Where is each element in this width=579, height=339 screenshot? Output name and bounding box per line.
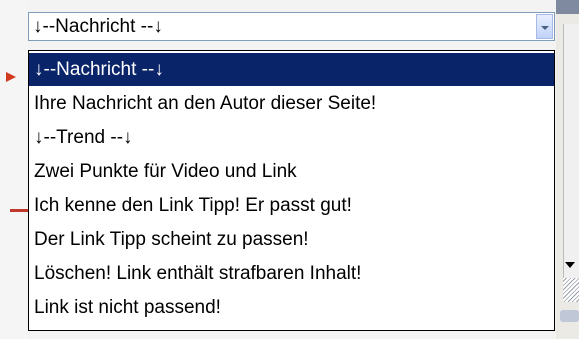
select-current-value: ↓--Nachricht --↓ [33,16,163,37]
page-background-left [0,0,28,339]
resize-grip[interactable] [563,278,579,302]
dropdown-option-zwei-punkte[interactable]: Zwei Punkte für Video und Link [29,155,554,188]
background-button [560,310,579,322]
scroll-down-icon[interactable] [565,262,575,268]
chevron-down-icon [541,26,549,30]
red-marker-line [10,209,28,212]
dropdown-option-passt-gut[interactable]: Ich kenne den Link Tipp! Er passt gut! [29,189,554,222]
arrow-right-icon [6,72,16,82]
message-select[interactable]: ↓--Nachricht --↓ [28,12,555,41]
dropdown-option-loeschen[interactable]: Löschen! Link enthält strafbaren Inhalt! [29,257,554,290]
dropdown-toggle-button[interactable] [536,14,553,39]
dropdown-option-nachricht-an-autor[interactable]: Ihre Nachricht an den Autor dieser Seite… [29,87,554,120]
screen: ↓--Nachricht --↓ ↓--Nachricht --↓ Ihre N… [0,0,579,339]
dropdown-list[interactable]: ↓--Nachricht --↓ Ihre Nachricht an den A… [28,50,555,331]
dropdown-option-trend-header[interactable]: ↓--Trend --↓ [29,121,554,154]
dropdown-option-scheint-zu-passen[interactable]: Der Link Tipp scheint zu passen! [29,223,554,256]
page-scrollbar[interactable] [563,24,579,289]
window-edge [556,0,579,14]
dropdown-option-nachricht-header[interactable]: ↓--Nachricht --↓ [29,53,554,86]
dropdown-option-nicht-passend[interactable]: Link ist nicht passend! [29,291,554,324]
